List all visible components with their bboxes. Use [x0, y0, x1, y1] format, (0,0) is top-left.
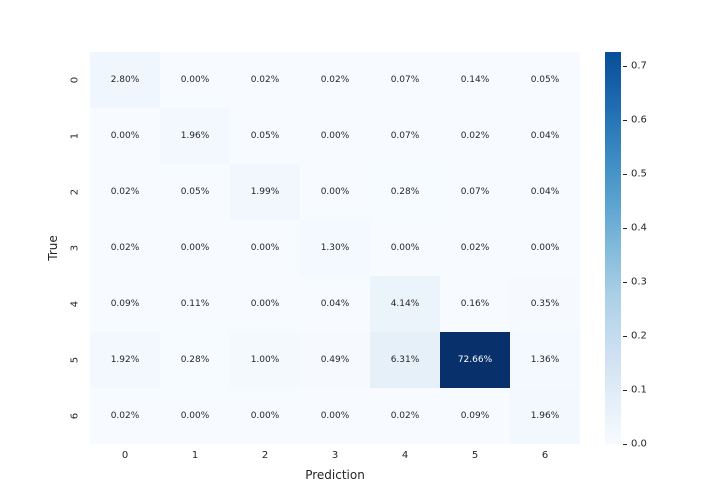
- heatmap-cell: 0.02%: [370, 388, 440, 444]
- x-tick-label: 4: [402, 450, 408, 461]
- colorbar-tick-label: 0.1: [631, 385, 647, 396]
- heatmap-cell: 0.00%: [160, 388, 230, 444]
- heatmap-cell: 0.07%: [370, 108, 440, 164]
- heatmap-cell: 0.00%: [510, 220, 580, 276]
- heatmap-cell: 0.02%: [300, 52, 370, 108]
- y-tick-label: 6: [70, 413, 81, 419]
- y-tick-label: 2: [70, 189, 81, 195]
- heatmap-cell: 0.00%: [300, 108, 370, 164]
- x-tick-label: 6: [542, 450, 548, 461]
- heatmap-cell: 0.00%: [90, 108, 160, 164]
- heatmap-cell: 0.09%: [440, 388, 510, 444]
- heatmap-cell: 1.99%: [230, 164, 300, 220]
- colorbar-tick: [623, 174, 627, 175]
- heatmap-cell: 0.00%: [160, 220, 230, 276]
- colorbar-tick: [623, 444, 627, 445]
- heatmap-cell: 0.04%: [510, 164, 580, 220]
- colorbar-tick-label: 0.4: [631, 223, 647, 234]
- y-tick-label: 3: [70, 245, 81, 251]
- heatmap-cell: 0.05%: [510, 52, 580, 108]
- heatmap-cell: 0.07%: [440, 164, 510, 220]
- x-tick-label: 0: [122, 450, 128, 461]
- y-tick-label: 0: [70, 77, 81, 83]
- colorbar-tick: [623, 336, 627, 337]
- heatmap-cell: 0.00%: [230, 220, 300, 276]
- heatmap-cell: 0.28%: [160, 332, 230, 388]
- x-tick-label: 2: [262, 450, 268, 461]
- heatmap-cell: 4.14%: [370, 276, 440, 332]
- y-tick-label: 5: [70, 357, 81, 363]
- heatmap-cell: 1.96%: [160, 108, 230, 164]
- heatmap-cell: 0.00%: [300, 388, 370, 444]
- heatmap-cell: 0.00%: [160, 52, 230, 108]
- colorbar-tick: [623, 228, 627, 229]
- x-tick-label: 3: [332, 450, 338, 461]
- heatmap-cell: 0.00%: [230, 276, 300, 332]
- x-tick-label: 5: [472, 450, 478, 461]
- colorbar-tick-label: 0.3: [631, 277, 647, 288]
- colorbar-tick-label: 0.7: [631, 61, 647, 72]
- colorbar-tick: [623, 120, 627, 121]
- colorbar-tick-label: 0.2: [631, 331, 647, 342]
- colorbar-tick: [623, 390, 627, 391]
- x-tick-label: 1: [192, 450, 198, 461]
- heatmap-cell: 0.02%: [90, 388, 160, 444]
- heatmap-cell: 0.49%: [300, 332, 370, 388]
- heatmap-cell: 0.00%: [300, 164, 370, 220]
- heatmap-cell: 0.28%: [370, 164, 440, 220]
- heatmap-cell: 0.07%: [370, 52, 440, 108]
- heatmap-cell: 0.11%: [160, 276, 230, 332]
- heatmap-cell: 0.02%: [440, 220, 510, 276]
- y-tick-label: 1: [70, 133, 81, 139]
- heatmap-cell: 2.80%: [90, 52, 160, 108]
- heatmap-cell: 0.05%: [160, 164, 230, 220]
- heatmap-cell: 1.36%: [510, 332, 580, 388]
- heatmap-cell: 0.00%: [230, 388, 300, 444]
- heatmap-cell: 72.66%: [440, 332, 510, 388]
- colorbar-tick: [623, 66, 627, 67]
- figure: 2.80%0.00%0.02%0.02%0.07%0.14%0.05%0.00%…: [0, 0, 720, 504]
- heatmap-cell: 0.02%: [90, 220, 160, 276]
- heatmap-cell: 0.09%: [90, 276, 160, 332]
- heatmap-cell: 0.35%: [510, 276, 580, 332]
- y-tick-label: 4: [70, 301, 81, 307]
- colorbar-tick-label: 0.0: [631, 439, 647, 450]
- heatmap-cell: 0.14%: [440, 52, 510, 108]
- heatmap-axes: 2.80%0.00%0.02%0.02%0.07%0.14%0.05%0.00%…: [90, 52, 580, 444]
- heatmap-cell: 0.04%: [510, 108, 580, 164]
- heatmap-cell: 0.02%: [230, 52, 300, 108]
- y-axis-label: True: [46, 235, 60, 261]
- heatmap-grid: 2.80%0.00%0.02%0.02%0.07%0.14%0.05%0.00%…: [90, 52, 580, 444]
- heatmap-cell: 0.05%: [230, 108, 300, 164]
- heatmap-cell: 6.31%: [370, 332, 440, 388]
- colorbar-tick-label: 0.6: [631, 115, 647, 126]
- heatmap-cell: 0.00%: [370, 220, 440, 276]
- heatmap-cell: 0.16%: [440, 276, 510, 332]
- heatmap-cell: 1.00%: [230, 332, 300, 388]
- heatmap-cell: 0.02%: [90, 164, 160, 220]
- colorbar: 0.00.10.20.30.40.50.60.7: [605, 52, 621, 444]
- colorbar-gradient: [605, 52, 621, 444]
- colorbar-tick: [623, 282, 627, 283]
- heatmap-cell: 0.04%: [300, 276, 370, 332]
- heatmap-cell: 1.30%: [300, 220, 370, 276]
- heatmap-cell: 0.02%: [440, 108, 510, 164]
- colorbar-tick-label: 0.5: [631, 169, 647, 180]
- heatmap-cell: 1.96%: [510, 388, 580, 444]
- heatmap-cell: 1.92%: [90, 332, 160, 388]
- x-axis-label: Prediction: [305, 468, 365, 482]
